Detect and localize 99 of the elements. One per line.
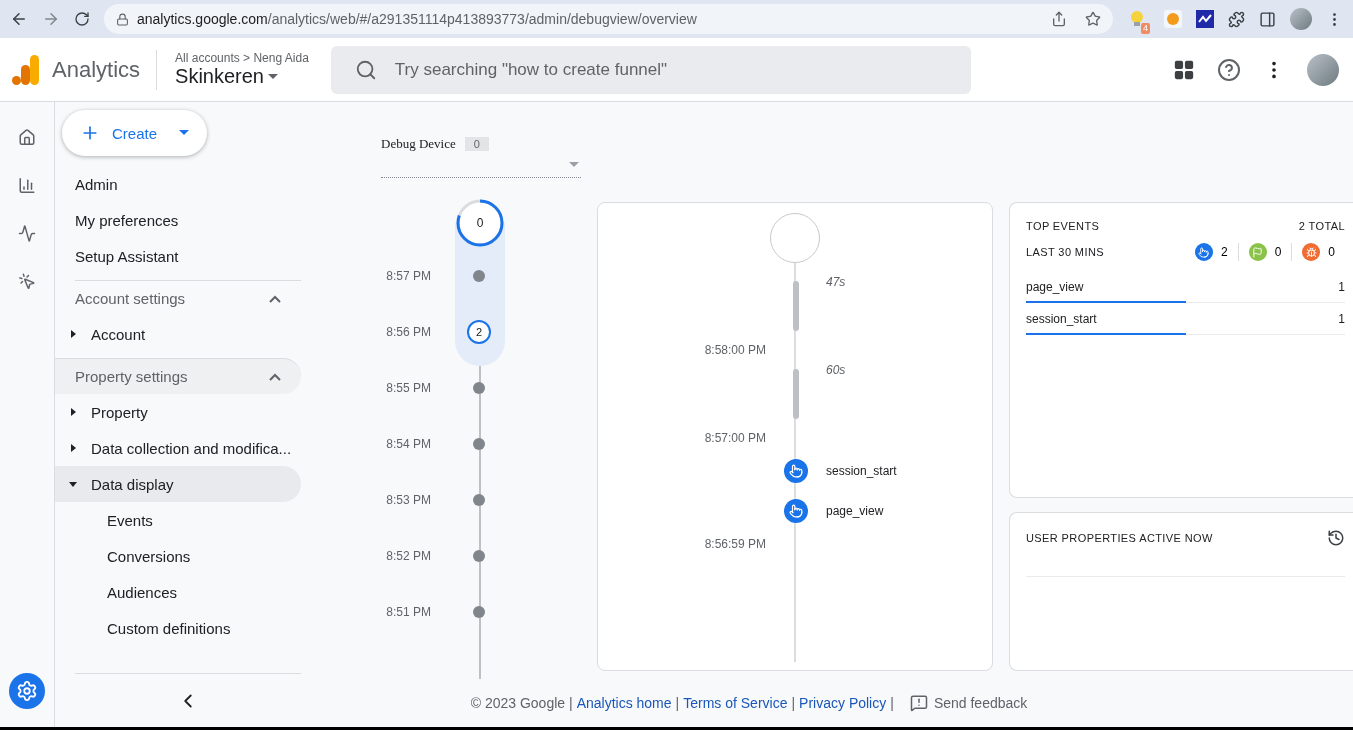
share-icon[interactable]: [1051, 11, 1067, 27]
minute-dot[interactable]: [473, 382, 485, 394]
minute-time: 8:55 PM: [385, 381, 431, 395]
star-icon[interactable]: [1085, 11, 1101, 27]
address-bar[interactable]: analytics.google.com/analytics/web/#/a291351114p413893773/admin/debugview/overview: [104, 4, 1113, 34]
timestamp: 8:58:00 PM: [703, 343, 766, 357]
minute-time: 8:54 PM: [385, 437, 431, 451]
nav-item[interactable]: Setup Assistant: [55, 238, 301, 274]
back-icon[interactable]: [10, 10, 28, 28]
caret-icon: [69, 330, 77, 338]
event-name[interactable]: session_start: [826, 464, 992, 478]
minute-time: 8:57 PM: [385, 269, 431, 283]
nav-item[interactable]: Account: [55, 316, 301, 352]
countdown-count: 0: [476, 216, 484, 230]
minute-time: 8:51 PM: [385, 605, 431, 619]
reload-icon[interactable]: [74, 11, 90, 27]
chevron-icon: [269, 294, 281, 303]
nav-section[interactable]: Property settings: [55, 358, 301, 394]
minute-dot[interactable]: [473, 550, 485, 562]
apps-icon[interactable]: [1173, 58, 1195, 81]
extension-badge: 4: [1141, 23, 1150, 34]
history-icon[interactable]: [1327, 529, 1345, 547]
footer-text: © 2023 Google |: [470, 695, 573, 711]
chevron-icon: [269, 372, 281, 381]
nav-item[interactable]: Admin: [55, 166, 301, 202]
nav-item[interactable]: My preferences: [55, 202, 301, 238]
counter-value: 2: [1220, 245, 1228, 259]
home-icon: [18, 126, 36, 148]
card-title: USER PROPERTIES ACTIVE NOW: [1026, 532, 1213, 544]
timestamp: 8:56:59 PM: [703, 537, 766, 551]
minute-time: 8:52 PM: [385, 549, 431, 563]
footer-text: |: [890, 695, 894, 711]
event-name[interactable]: page_view: [826, 504, 992, 518]
counter-value: 0: [1328, 245, 1335, 259]
caret-icon: [569, 161, 579, 168]
device-count: 0: [464, 137, 489, 151]
footer-text: |: [791, 695, 796, 711]
gap-bar: [793, 369, 799, 419]
chart-line-icon: [18, 222, 36, 244]
nav-item[interactable]: Data collection and modifica...: [55, 430, 301, 466]
nav-section[interactable]: Account settings: [75, 280, 301, 316]
card-title: TOP EVENTS: [1026, 220, 1100, 232]
forward-icon[interactable]: [42, 10, 60, 28]
nav-item[interactable]: Data display: [55, 466, 301, 502]
minute-dot[interactable]: [473, 438, 485, 450]
event-icon[interactable]: [784, 459, 808, 483]
feedback-button[interactable]: Send feedback: [903, 693, 1034, 713]
nav-item[interactable]: Property: [55, 394, 301, 430]
avatar[interactable]: [1290, 8, 1312, 30]
product-name: Analytics: [52, 49, 158, 90]
footer-text: |: [675, 695, 680, 711]
stream-start-circle: [770, 213, 820, 263]
help-icon[interactable]: [1217, 57, 1241, 82]
caret-icon: [268, 73, 278, 80]
event-count: 1: [1338, 279, 1345, 294]
minute-dot[interactable]: [473, 494, 485, 506]
url-text: analytics.google.com/analytics/web/#/a291351114p413893773/admin/debugview/overview: [137, 11, 697, 27]
caret-icon: [69, 408, 77, 416]
lock-icon: [116, 12, 129, 26]
feedback-icon: [909, 694, 928, 712]
total-count: 2 TOTAL: [1298, 220, 1345, 232]
event-name[interactable]: page_view: [1026, 279, 1084, 294]
avatar[interactable]: [1307, 53, 1339, 86]
gap-bar: [793, 281, 799, 331]
period-label: LAST 30 MINS: [1026, 246, 1104, 258]
admin-nav-button[interactable]: [9, 673, 45, 709]
minute-dot[interactable]: [473, 606, 485, 618]
caret-icon: [69, 480, 77, 488]
nav-item[interactable]: Conversions: [55, 538, 301, 574]
breadcrumb[interactable]: All accounts > Neng Aida: [175, 51, 309, 65]
debug-device-label: Debug Device: [381, 136, 456, 152]
event-icon[interactable]: [784, 499, 808, 523]
nav-item[interactable]: Events: [55, 502, 301, 538]
settings-icon: [16, 680, 38, 702]
create-button[interactable]: Create: [62, 110, 207, 156]
event-count: 1: [1338, 311, 1345, 326]
search-field[interactable]: Try searching "how to create funnel": [392, 58, 955, 81]
caret-icon: [69, 444, 77, 452]
minute-time: 8:56 PM: [385, 325, 431, 339]
nav-item[interactable]: Audiences: [55, 574, 301, 610]
footer-link[interactable]: Terms of Service: [683, 695, 788, 711]
counter-value: 0: [1274, 245, 1282, 259]
property-picker[interactable]: Skinkeren: [175, 65, 309, 88]
cursor-click-icon: [18, 270, 36, 292]
timestamp: 8:57:00 PM: [703, 431, 766, 445]
side-panel-icon[interactable]: [1259, 10, 1276, 28]
logo-icon: [12, 54, 40, 85]
gap-duration: 47s: [826, 275, 847, 289]
nav-item[interactable]: Custom definitions: [55, 610, 301, 646]
event-name[interactable]: session_start: [1026, 311, 1097, 326]
search-icon: [354, 58, 377, 81]
gap-duration: 60s: [826, 363, 847, 377]
footer-link[interactable]: Privacy Policy: [799, 695, 887, 711]
minute-time: 8:53 PM: [385, 493, 431, 507]
caret-icon: [179, 130, 189, 136]
extension-icon[interactable]: [1196, 10, 1214, 28]
extensions-icon[interactable]: [1228, 10, 1245, 28]
footer-link[interactable]: Analytics home: [576, 695, 672, 711]
search-bar[interactable]: Try searching "how to create funnel": [330, 45, 971, 94]
